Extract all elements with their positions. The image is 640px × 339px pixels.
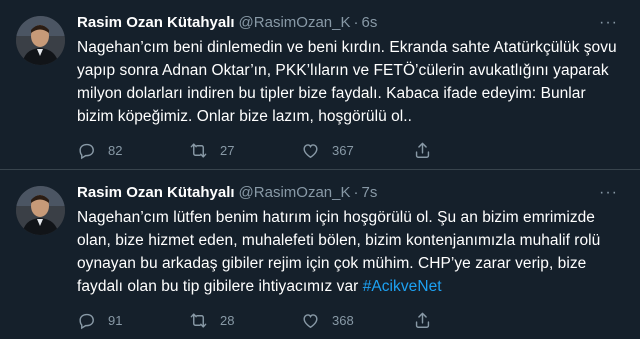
tweet[interactable]: Rasim Ozan Kütahyalı @RasimOzan_K · 7s N… <box>0 170 640 339</box>
tweet-text: Nagehan’cım lütfen benim hatırım için ho… <box>77 206 624 298</box>
share-icon <box>415 142 430 158</box>
reply-icon <box>79 313 94 329</box>
like-count: 368 <box>332 312 354 328</box>
share-button[interactable] <box>413 141 525 160</box>
tweet-body: Rasim Ozan Kütahyalı @RasimOzan_K · 6s N… <box>77 12 624 169</box>
author-handle[interactable]: @RasimOzan_K <box>239 12 351 34</box>
retweet-button[interactable]: 28 <box>189 311 301 330</box>
tweet-actions: 82 27 367 <box>77 140 624 160</box>
reply-count: 82 <box>108 142 123 158</box>
like-button[interactable]: 367 <box>301 141 413 160</box>
tweet[interactable]: Rasim Ozan Kütahyalı @RasimOzan_K · 6s N… <box>0 0 640 170</box>
reply-count: 91 <box>108 312 123 328</box>
tweet-header: Rasim Ozan Kütahyalı @RasimOzan_K · 7s <box>77 182 624 204</box>
avatar[interactable] <box>16 16 65 65</box>
retweet-icon <box>190 312 207 328</box>
like-button[interactable]: 368 <box>301 311 413 330</box>
reply-icon <box>79 143 94 159</box>
timestamp[interactable]: 6s <box>361 12 377 34</box>
heart-icon <box>303 143 318 158</box>
tweet-header: Rasim Ozan Kütahyalı @RasimOzan_K · 6s <box>77 12 624 34</box>
retweet-button[interactable]: 27 <box>189 141 301 160</box>
author-handle[interactable]: @RasimOzan_K <box>239 182 351 204</box>
share-icon <box>415 312 430 328</box>
tweet-text-content: Nagehan’cım beni dinlemedin ve beni kırd… <box>77 39 617 125</box>
retweet-count: 28 <box>220 312 235 328</box>
tweet-actions: 91 28 368 <box>77 310 624 330</box>
separator: · <box>353 14 359 31</box>
timeline: Rasim Ozan Kütahyalı @RasimOzan_K · 6s N… <box>0 0 640 339</box>
reply-button[interactable]: 91 <box>77 311 189 330</box>
author-name[interactable]: Rasim Ozan Kütahyalı <box>77 12 235 34</box>
more-icon[interactable]: ··· <box>599 184 618 202</box>
tweet-text-content: Nagehan’cım lütfen benim hatırım için ho… <box>77 209 601 295</box>
heart-icon <box>303 313 318 328</box>
retweet-icon <box>190 142 207 158</box>
tweet-body: Rasim Ozan Kütahyalı @RasimOzan_K · 7s N… <box>77 182 624 339</box>
retweet-count: 27 <box>220 142 235 158</box>
tweet-text: Nagehan’cım beni dinlemedin ve beni kırd… <box>77 36 624 128</box>
hashtag-link[interactable]: #AcikveNet <box>363 278 442 295</box>
share-button[interactable] <box>413 311 525 330</box>
timestamp[interactable]: 7s <box>361 182 377 204</box>
avatar[interactable] <box>16 186 65 235</box>
separator: · <box>353 184 359 201</box>
more-icon[interactable]: ··· <box>599 14 618 32</box>
like-count: 367 <box>332 142 354 158</box>
author-name[interactable]: Rasim Ozan Kütahyalı <box>77 182 235 204</box>
reply-button[interactable]: 82 <box>77 141 189 160</box>
